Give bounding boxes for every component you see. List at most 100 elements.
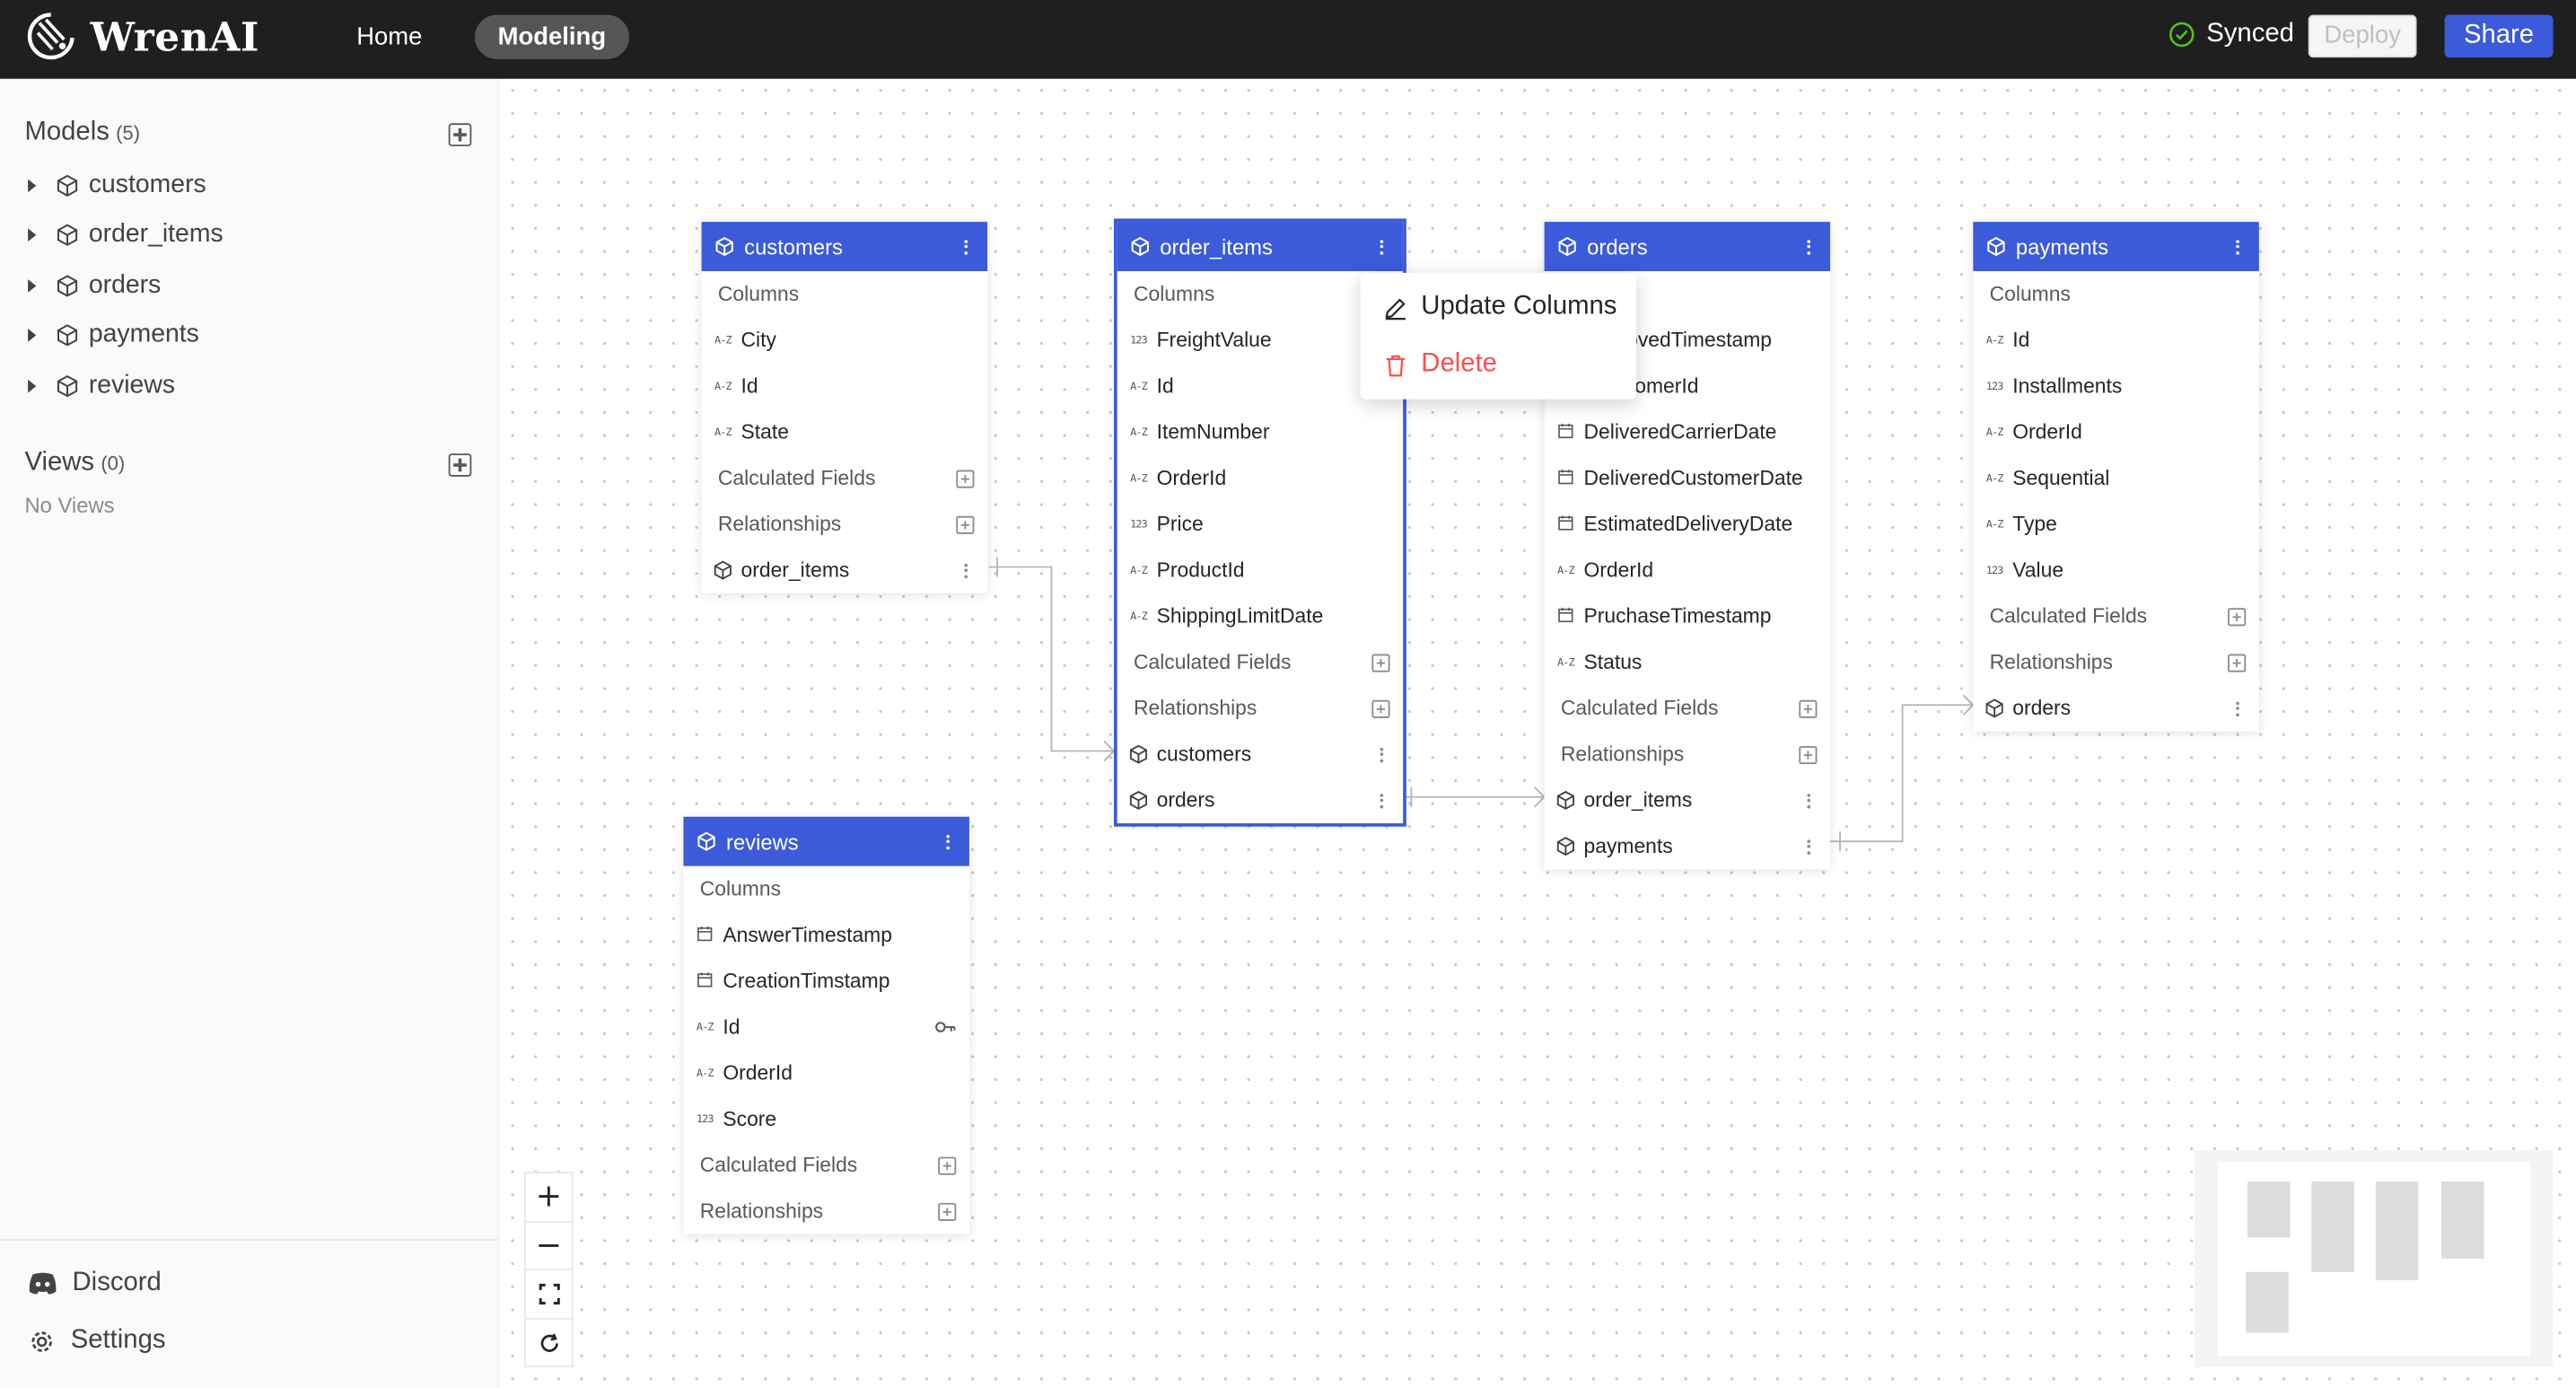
cube-icon <box>697 831 715 851</box>
column-row[interactable]: 123 Installments <box>1973 364 2258 409</box>
minimap[interactable] <box>2195 1150 2554 1367</box>
cube-icon <box>1987 236 2005 257</box>
column-row[interactable]: A-Z Id <box>702 364 987 409</box>
string-type-icon: A-Z <box>1985 517 2004 531</box>
add-calculated-field-button[interactable] <box>956 469 975 488</box>
more-icon[interactable] <box>2230 698 2246 718</box>
column-row[interactable]: A-Z City <box>702 317 987 363</box>
edit-icon <box>1385 297 1406 320</box>
column-row[interactable]: A-Z Type <box>1973 501 2258 547</box>
more-icon[interactable] <box>1801 790 1817 810</box>
add-relationship-button[interactable] <box>2228 653 2247 672</box>
number-type-icon: 123 <box>696 1112 714 1126</box>
delete-menu-item[interactable]: Delete <box>1383 350 1497 380</box>
minimap-node <box>2311 1182 2354 1272</box>
column-row[interactable]: EstimatedDeliveryDate <box>1545 501 1830 547</box>
model-card-header[interactable]: reviews <box>683 816 969 866</box>
column-row[interactable]: DeliveredCarrierDate <box>1545 409 1830 455</box>
column-row[interactable]: AnswerTimestamp <box>683 912 968 958</box>
minimap-viewport[interactable] <box>2218 1162 2530 1357</box>
minus-icon <box>539 1243 559 1247</box>
column-row[interactable]: A-Z OrderId <box>1117 455 1403 501</box>
columns-label: Columns <box>699 877 782 901</box>
more-icon[interactable] <box>958 560 974 580</box>
calculated-fields-section: Calculated Fields <box>702 455 987 501</box>
fit-view-button[interactable] <box>525 1270 572 1319</box>
column-row[interactable]: A-Z Status <box>1545 639 1830 685</box>
column-row[interactable]: PruchaseTimestamp <box>1545 593 1830 639</box>
model-card-header[interactable]: order_items <box>1117 222 1404 272</box>
cube-icon <box>1129 790 1148 810</box>
more-icon[interactable] <box>1801 237 1817 257</box>
column-row[interactable]: A-Z OrderId <box>1973 409 2258 455</box>
calculated-fields-section: Calculated Fields <box>1117 639 1403 685</box>
add-calculated-field-button[interactable] <box>938 1155 957 1174</box>
model-card-reviews[interactable]: reviews Columns AnswerTimestamp Creation… <box>683 816 969 1234</box>
column-row[interactable]: A-Z ShippingLimitDate <box>1117 593 1403 639</box>
column-row[interactable]: CreationTimstamp <box>683 958 968 1004</box>
column-row[interactable]: 123 Score <box>683 1096 968 1142</box>
add-calculated-field-button[interactable] <box>1799 698 1818 717</box>
column-row[interactable]: 123 Value <box>1973 548 2258 593</box>
more-icon[interactable] <box>2230 237 2246 257</box>
relationship-row[interactable]: orders <box>1117 777 1403 823</box>
relationship-row[interactable]: customers <box>1117 732 1403 777</box>
model-card-payments[interactable]: payments Columns A-Z Id 123 Installments A… <box>1973 222 2259 732</box>
more-icon[interactable] <box>958 237 974 257</box>
more-icon[interactable] <box>1801 837 1817 857</box>
number-type-icon: 123 <box>1985 563 2004 577</box>
column-row[interactable]: A-Z Id <box>1973 317 2258 363</box>
more-icon[interactable] <box>940 831 956 851</box>
reset-view-button[interactable] <box>526 1319 572 1367</box>
add-relationship-button[interactable] <box>938 1201 957 1221</box>
column-row[interactable]: A-Z Sequential <box>1973 455 2258 501</box>
zoom-out-button[interactable] <box>525 1222 572 1270</box>
column-row[interactable]: A-Z State <box>702 409 987 455</box>
column-row[interactable]: DeliveredCustomerDate <box>1545 455 1830 501</box>
add-relationship-button[interactable] <box>956 514 975 533</box>
add-relationship-button[interactable] <box>1371 698 1390 717</box>
calculated-fields-section: Calculated Fields <box>1973 593 2258 639</box>
number-type-icon: 123 <box>1130 517 1148 531</box>
relationship-row[interactable]: order_items <box>702 548 987 593</box>
more-icon[interactable] <box>1373 790 1389 810</box>
column-row[interactable]: A-Z OrderId <box>683 1050 968 1096</box>
calendar-icon <box>1555 606 1575 626</box>
column-row[interactable]: A-Z OrderId <box>1545 548 1830 593</box>
cube-icon <box>1558 236 1576 257</box>
relationships-section: Relationships <box>1545 732 1830 777</box>
relationship-row[interactable]: order_items <box>1545 777 1830 823</box>
string-type-icon: A-Z <box>1130 379 1148 393</box>
relationship-row[interactable]: payments <box>1545 823 1830 869</box>
cube-icon <box>715 236 733 257</box>
minimap-node <box>2246 1271 2289 1333</box>
model-card-title: order_items <box>1160 233 1273 259</box>
refresh-icon <box>539 1332 557 1352</box>
calculated-fields-section: Calculated Fields <box>1545 685 1830 731</box>
model-card-header[interactable]: orders <box>1544 222 1831 272</box>
calendar-icon <box>695 926 714 945</box>
model-card-customers[interactable]: customers Columns A-Z City A-Z Id A-Z State… <box>701 222 988 593</box>
add-relationship-button[interactable] <box>1799 745 1818 764</box>
add-calculated-field-button[interactable] <box>2228 607 2247 626</box>
string-type-icon: A-Z <box>1130 426 1148 439</box>
column-row[interactable]: A-Z Id <box>683 1004 968 1050</box>
number-type-icon: 123 <box>1130 333 1148 347</box>
cube-icon <box>1556 837 1574 857</box>
add-calculated-field-button[interactable] <box>1371 653 1390 672</box>
model-card-header[interactable]: customers <box>701 222 988 272</box>
column-row[interactable]: A-Z ItemNumber <box>1117 409 1403 455</box>
model-card-header[interactable]: payments <box>1973 222 2259 272</box>
column-row[interactable]: A-Z ProductId <box>1117 548 1403 593</box>
cube-icon <box>1985 698 2003 718</box>
relationships-section: Relationships <box>1973 639 2258 685</box>
zoom-in-button[interactable] <box>525 1173 572 1222</box>
update-columns-menu-item[interactable]: Update Columns <box>1383 293 1617 322</box>
update-columns-label: Update Columns <box>1421 292 1617 321</box>
more-icon[interactable] <box>1373 237 1389 257</box>
model-card-title: payments <box>2015 233 2109 259</box>
column-row[interactable]: 123 Price <box>1117 501 1403 547</box>
more-icon[interactable] <box>1373 744 1389 764</box>
string-type-icon: A-Z <box>1130 610 1148 623</box>
relationship-row[interactable]: orders <box>1973 685 2258 731</box>
